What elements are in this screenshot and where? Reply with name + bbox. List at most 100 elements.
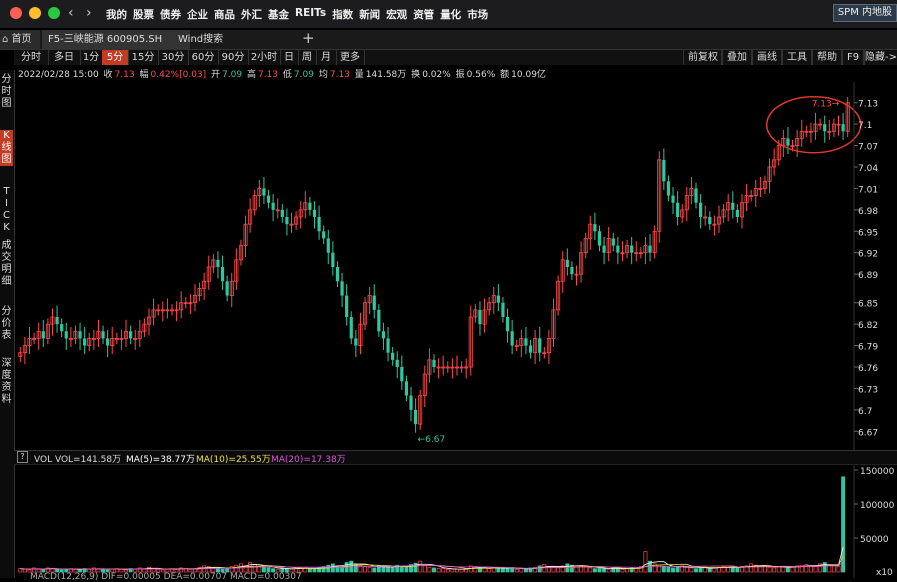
candle-body: [106, 338, 110, 346]
maximize-window-button[interactable]: [48, 7, 60, 19]
candle-body: [78, 331, 82, 339]
period-11[interactable]: 月: [316, 50, 337, 65]
tool-2[interactable]: 画线: [751, 50, 783, 65]
tab-wind-search[interactable]: Wind搜索: [172, 30, 294, 49]
candle-body: [129, 331, 133, 339]
candle-body: [616, 245, 620, 253]
menu-item-8[interactable]: 指数: [332, 7, 353, 22]
back-arrow-icon[interactable]: ‹: [68, 5, 74, 21]
candle-body: [432, 359, 436, 367]
candle-body: [404, 381, 409, 396]
candle-body: [538, 338, 542, 353]
menu-item-7[interactable]: REITs: [295, 7, 326, 22]
period-4[interactable]: 15分: [128, 50, 159, 65]
volume-bar: [18, 568, 23, 573]
forward-arrow-icon[interactable]: ›: [86, 5, 92, 21]
candle-body: [335, 267, 340, 282]
volume-value: 141.58万: [365, 70, 407, 80]
volume-bar: [689, 567, 694, 573]
period-0[interactable]: 分时: [14, 50, 49, 65]
side-nav-item-5[interactable]: 深度资料: [0, 358, 13, 406]
menu-item-0[interactable]: 我的: [106, 7, 127, 22]
period-3[interactable]: 5分: [102, 50, 129, 65]
menu-item-6[interactable]: 基金: [268, 7, 289, 22]
amplitude-label: 振: [455, 70, 465, 80]
tool-5[interactable]: F9: [841, 50, 865, 65]
turnover-label: 换: [411, 70, 421, 80]
period-8[interactable]: 2小时: [248, 50, 281, 65]
avg-label: 均: [318, 70, 328, 80]
help-icon[interactable]: ?: [17, 451, 28, 463]
market-switch-button[interactable]: SPM 内地股: [832, 4, 897, 22]
menu-item-2[interactable]: 债券: [160, 7, 181, 22]
candle-body: [308, 202, 312, 210]
tool-6[interactable]: 隐藏->: [863, 50, 897, 65]
candle-body: [220, 267, 225, 282]
candle-body: [322, 231, 326, 239]
volume-bar: [510, 568, 515, 573]
add-tab-button[interactable]: +: [296, 30, 321, 49]
volume-unit-label: x10: [876, 568, 893, 578]
menu-item-3[interactable]: 企业: [187, 7, 208, 22]
menu-item-10[interactable]: 宏观: [386, 7, 407, 22]
side-nav-item-4[interactable]: 分价表: [0, 306, 13, 342]
tab-home[interactable]: ⌂ 首页: [0, 30, 40, 49]
menu-item-12[interactable]: 量化: [440, 7, 461, 22]
tool-4[interactable]: 帮助: [811, 50, 843, 65]
period-12[interactable]: 更多: [336, 50, 365, 65]
candle-body: [317, 217, 321, 232]
menu-item-1[interactable]: 股票: [133, 7, 154, 22]
menu-item-4[interactable]: 商品: [214, 7, 235, 22]
menu-item-11[interactable]: 资管: [413, 7, 434, 22]
volume-bar: [312, 568, 317, 573]
volume-bar: [445, 568, 450, 573]
menu-item-13[interactable]: 市场: [467, 7, 488, 22]
period-1[interactable]: 多日: [48, 50, 81, 65]
volume-bar: [671, 567, 675, 573]
candle-body: [611, 238, 615, 246]
menu-item-5[interactable]: 外汇: [241, 7, 262, 22]
candle-body: [735, 209, 739, 217]
tab-stock[interactable]: F5-三峡能源 600905.SH: [42, 30, 190, 49]
volume-bar: [519, 568, 524, 573]
side-nav-item-0[interactable]: 分时图: [0, 74, 13, 110]
volume-bar: [372, 567, 377, 573]
amplitude-value: 0.56%: [466, 70, 496, 80]
candle-body: [841, 124, 845, 132]
candle-body: [501, 302, 505, 317]
volume-label: 量: [354, 70, 364, 80]
candle-body: [400, 367, 404, 382]
period-5[interactable]: 30分: [158, 50, 189, 65]
volume-bar: [772, 567, 777, 573]
kline-chart[interactable]: ←6.67 7.13→: [18, 95, 862, 445]
kline-chart-area[interactable]: ←6.67 7.13→ 7.13 7.1 7.07 7.04 7.01 6.98 6.95 6.…: [14, 82, 897, 578]
volume-bar: [422, 565, 427, 573]
period-9[interactable]: 日: [280, 50, 299, 65]
side-nav-item-3[interactable]: 成交明细: [0, 240, 13, 288]
price-tick-label: 7.07: [858, 143, 878, 153]
tool-0[interactable]: 前复权: [683, 50, 723, 65]
candle-body: [266, 195, 271, 203]
side-nav-item-1[interactable]: K线图: [0, 130, 13, 166]
period-2[interactable]: 1分: [80, 50, 103, 65]
menu-item-9[interactable]: 新闻: [359, 7, 380, 22]
volume-bar: [441, 568, 446, 573]
candle-body: [354, 338, 358, 346]
volume-bar: [496, 568, 501, 573]
avg-value: 7.13: [329, 70, 350, 80]
title-bar: ‹ › 我的 股票 债券 企业 商品 外汇 基金 REITs 指数 新闻 宏观 资管 量化 市场 SPM …: [0, 0, 897, 28]
tool-1[interactable]: 叠加: [721, 50, 753, 65]
volume-bar: [781, 566, 786, 573]
period-6[interactable]: 60分: [188, 50, 219, 65]
ma10-line: [20, 556, 844, 570]
period-7[interactable]: 90分: [218, 50, 249, 65]
candle-body: [602, 245, 606, 253]
change-value: 0.42%[0.03]: [150, 70, 207, 80]
period-10[interactable]: 周: [298, 50, 317, 65]
close-window-button[interactable]: [10, 7, 22, 19]
volume-chart[interactable]: [18, 476, 846, 573]
side-nav-item-2[interactable]: TICK: [0, 186, 13, 234]
volume-bar: [505, 567, 510, 573]
tool-3[interactable]: 工具: [781, 50, 813, 65]
minimize-window-button[interactable]: [29, 7, 41, 19]
